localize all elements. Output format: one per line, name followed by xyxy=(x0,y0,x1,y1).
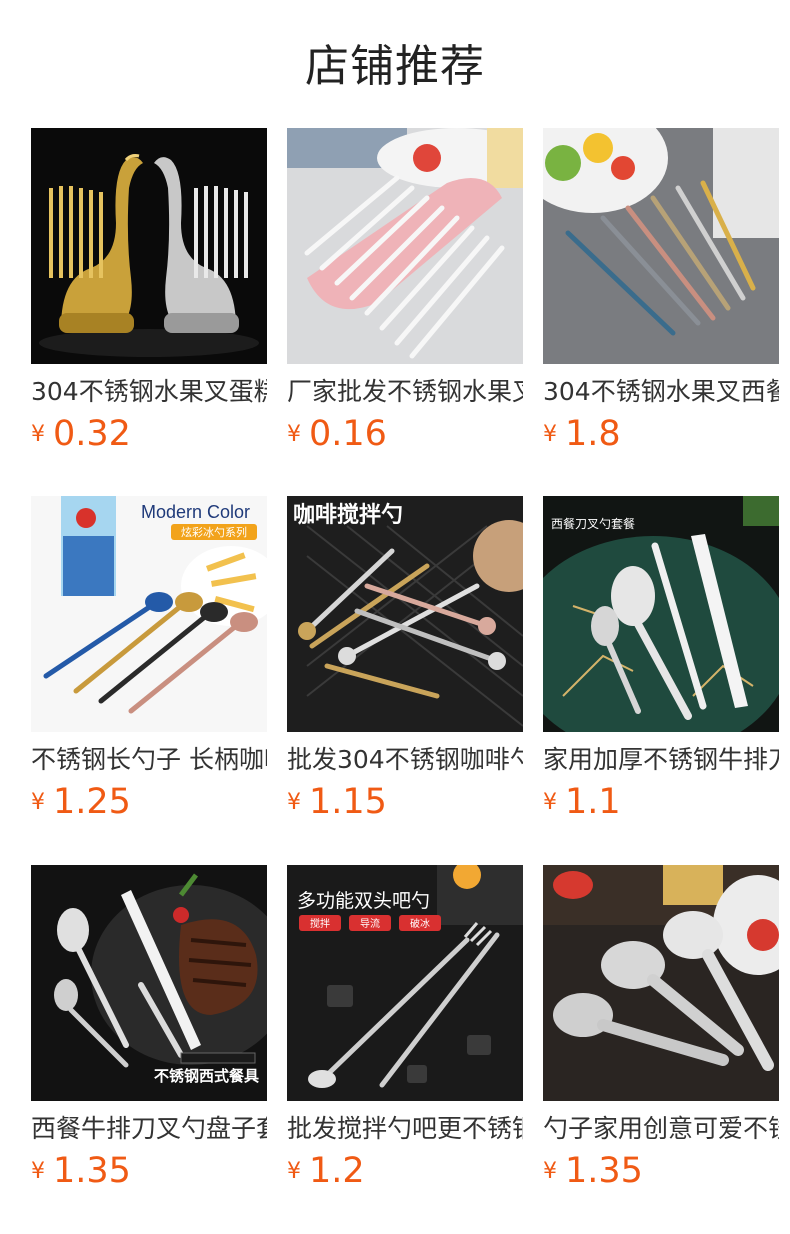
price-value: 0.32 xyxy=(53,414,131,454)
product-name[interactable]: 家用加厚不锈钢牛排刀叉 xyxy=(543,744,779,776)
coffee-stir-spoons-image[interactable]: 咖啡搅拌勺 xyxy=(287,496,523,732)
product-name[interactable]: 厂家批发不锈钢水果叉 xyxy=(287,376,523,408)
product-price: ¥1.1 xyxy=(543,782,621,826)
product-price: ¥1.8 xyxy=(543,414,621,458)
price-value: 1.15 xyxy=(309,782,387,822)
product-name[interactable]: 批发304不锈钢咖啡勺 xyxy=(287,744,523,776)
product-price: ¥0.16 xyxy=(287,414,387,458)
product-card[interactable]: 304不锈钢水果叉西餐叉 ¥1.8 xyxy=(543,128,779,458)
overlay-heading: 西餐刀叉勺套餐 xyxy=(551,516,635,531)
product-price: ¥1.35 xyxy=(543,1151,643,1195)
currency-symbol: ¥ xyxy=(543,421,557,447)
overlay-tag: 导流 xyxy=(360,917,380,930)
page-title: 店铺推荐 xyxy=(305,41,485,92)
fruit-forks-pink-tray-image[interactable] xyxy=(287,128,523,364)
currency-symbol: ¥ xyxy=(31,421,45,447)
currency-symbol: ¥ xyxy=(287,421,301,447)
overlay-heading: 不锈钢西式餐具 xyxy=(154,1067,259,1085)
product-name[interactable]: 304不锈钢水果叉蛋糕叉 xyxy=(31,376,267,408)
product-card[interactable]: 厂家批发不锈钢水果叉 ¥0.16 xyxy=(287,128,523,458)
currency-symbol: ¥ xyxy=(31,789,45,815)
silver-soup-spoons-image[interactable] xyxy=(543,865,779,1101)
product-card[interactable]: 不锈钢西式餐具 西餐牛排刀叉勺盘子套装 ¥1.35 xyxy=(31,865,267,1195)
overlay-badge: 炫彩冰勺系列 xyxy=(181,525,247,539)
overlay-heading: 咖啡搅拌勺 xyxy=(293,502,403,528)
price-value: 1.35 xyxy=(565,1151,643,1191)
product-card[interactable]: 咖啡搅拌勺 批发304不锈钢咖啡勺 ¥1.15 xyxy=(287,496,523,826)
colored-forks-fruit-plate-image[interactable] xyxy=(543,128,779,364)
product-name[interactable]: 304不锈钢水果叉西餐叉 xyxy=(543,376,779,408)
currency-symbol: ¥ xyxy=(31,1158,45,1184)
product-name[interactable]: 不锈钢长勺子 长柄咖啡勺 xyxy=(31,744,267,776)
currency-symbol: ¥ xyxy=(287,789,301,815)
product-name[interactable]: 勺子家用创意可爱不锈钢 xyxy=(543,1113,779,1145)
product-price: ¥1.2 xyxy=(287,1151,365,1195)
overlay-tag: 破冰 xyxy=(410,917,430,930)
overlay-tag: 搅拌 xyxy=(310,917,330,930)
product-card[interactable]: Modern Color 炫彩冰勺系列 不锈钢长勺子 长柄咖 ¥ 1.25 xyxy=(31,496,267,826)
product-price: ¥1.35 xyxy=(31,1151,131,1195)
swan-fork-holder-image[interactable] xyxy=(31,128,267,364)
price-value: 1.25 xyxy=(53,782,131,822)
bar-spoon-dual-head-image[interactable]: 多功能双头吧勺 搅拌 导流 破冰 xyxy=(287,865,523,1101)
product-card[interactable]: 304不锈钢水果叉蛋糕叉 ¥0.32 xyxy=(31,128,267,458)
price-value: 1.1 xyxy=(565,782,621,822)
currency-symbol: ¥ xyxy=(287,1158,301,1184)
product-name[interactable]: 西餐牛排刀叉勺盘子套装 xyxy=(31,1113,267,1145)
price-value: 0.16 xyxy=(309,414,387,454)
long-spoons-modern-color-image[interactable]: Modern Color 炫彩冰勺系列 xyxy=(31,496,267,732)
overlay-heading: 多功能双头吧勺 xyxy=(297,890,430,912)
product-card[interactable]: 多功能双头吧勺 搅拌 导流 破冰 批发搅拌勺吧更不锈钢 ¥1.2 xyxy=(287,865,523,1195)
product-name[interactable]: 批发搅拌勺吧更不锈钢 xyxy=(287,1113,523,1145)
product-price: ¥1.25 xyxy=(31,782,131,826)
steak-cutlery-green-plate-image[interactable]: 西餐刀叉勺套餐 xyxy=(543,496,779,732)
price-value: 1.35 xyxy=(53,1151,131,1191)
product-card[interactable]: 勺子家用创意可爱不锈钢 ¥1.35 xyxy=(543,865,779,1195)
price-value: 1.2 xyxy=(309,1151,365,1191)
product-card[interactable]: 西餐刀叉勺套餐 家用加厚不锈钢牛排刀叉 ¥1.1 xyxy=(543,496,779,826)
currency-symbol: ¥ xyxy=(543,789,557,815)
product-price: ¥1.15 xyxy=(287,782,387,826)
price-value: 1.8 xyxy=(565,414,621,454)
overlay-heading: Modern Color xyxy=(141,502,250,522)
western-tableware-steak-image[interactable]: 不锈钢西式餐具 xyxy=(31,865,267,1101)
currency-symbol: ¥ xyxy=(543,1158,557,1184)
product-price: ¥0.32 xyxy=(31,414,131,458)
